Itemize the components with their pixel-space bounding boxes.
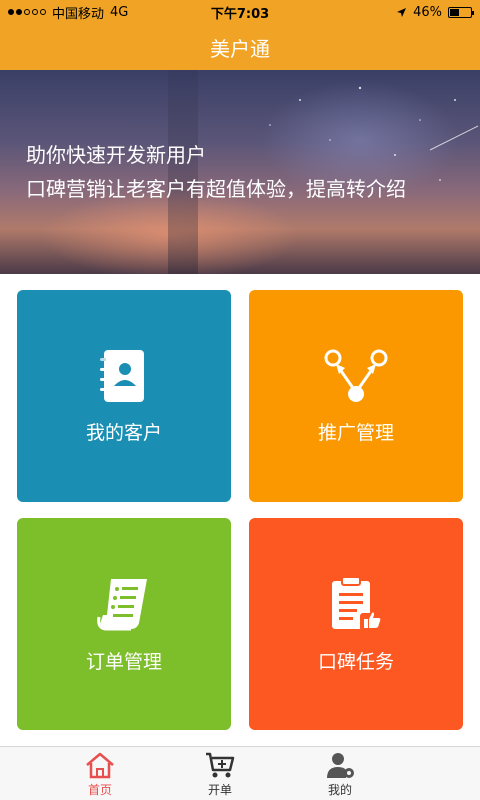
tile-label: 我的客户 xyxy=(85,421,162,444)
home-icon xyxy=(86,752,114,779)
carrier-label: 中国移动 xyxy=(52,6,105,22)
tile-my-customers[interactable]: 我的客户 xyxy=(17,290,231,502)
tile-label: 推广管理 xyxy=(317,421,394,444)
cart-plus-icon xyxy=(206,752,235,778)
banner-line-1: 助你快速开发新用户 xyxy=(26,143,206,167)
tile-promotion-management[interactable]: 推广管理 xyxy=(249,290,463,502)
tab-label: 首页 xyxy=(87,783,112,797)
contacts-book-icon xyxy=(100,349,144,402)
tab-bar: 首页 开单 我的 xyxy=(0,746,480,800)
tab-label: 开单 xyxy=(207,783,232,797)
order-list-icon xyxy=(97,578,147,630)
tab-mine[interactable]: 我的 xyxy=(300,751,380,798)
tile-label: 订单管理 xyxy=(85,650,162,673)
signal-strength-icon xyxy=(8,9,46,15)
share-network-icon xyxy=(324,349,388,402)
location-arrow-icon xyxy=(397,7,407,17)
menu-grid: 我的客户 推广管理 订单管理 口碑任务 xyxy=(17,290,463,730)
network-label: 4G xyxy=(110,4,129,20)
banner-line-2: 口碑营销让老客户有超值体验，提高转介绍 xyxy=(26,177,406,201)
battery-percent: 46% xyxy=(413,4,442,20)
banner-text: 助你快速开发新用户 口碑营销让老客户有超值体验，提高转介绍 xyxy=(26,138,406,206)
page-title: 美户通 xyxy=(210,36,270,61)
tab-create-order[interactable]: 开单 xyxy=(180,751,260,798)
status-left: 中国移动 4G xyxy=(8,3,128,22)
battery-icon xyxy=(448,6,474,18)
user-gear-icon xyxy=(327,753,354,778)
clipboard-thumbs-up-icon xyxy=(332,575,382,631)
nav-bar: 美户通 xyxy=(0,24,480,70)
status-bar: 中国移动 4G 下午7:03 46% xyxy=(0,0,480,24)
tile-order-management[interactable]: 订单管理 xyxy=(17,518,231,730)
tile-reputation-tasks[interactable]: 口碑任务 xyxy=(249,518,463,730)
promo-banner[interactable]: 助你快速开发新用户 口碑营销让老客户有超值体验，提高转介绍 xyxy=(0,70,480,274)
tab-home[interactable]: 首页 xyxy=(60,751,140,798)
status-right: 46% xyxy=(396,4,474,20)
tile-label: 口碑任务 xyxy=(317,650,394,673)
tab-label: 我的 xyxy=(327,783,352,797)
